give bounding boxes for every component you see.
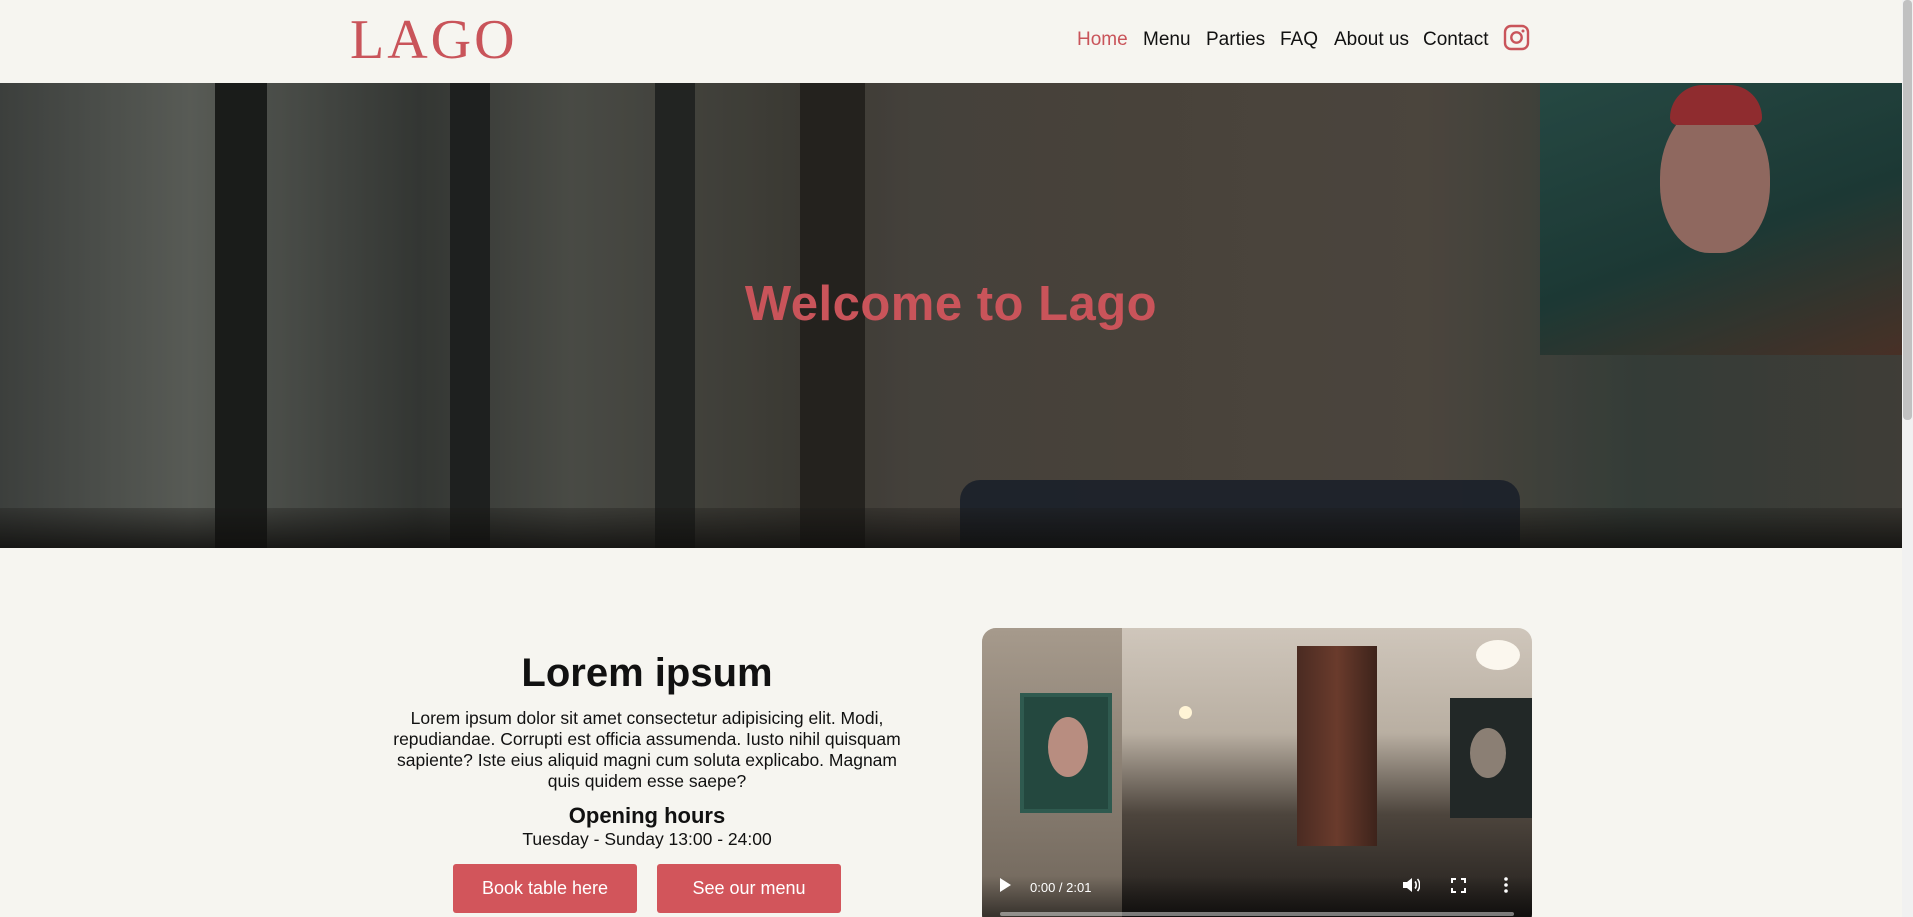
nav-item-contact[interactable]: Contact	[1423, 28, 1488, 52]
video-curtain	[1297, 646, 1377, 846]
video-portrait-right	[1450, 698, 1532, 818]
main-nav: Home Menu Parties FAQ About us Contact	[0, 28, 1902, 56]
nav-item-menu[interactable]: Menu	[1143, 28, 1191, 52]
nav-item-about-us[interactable]: About us	[1334, 28, 1409, 52]
hero-banner: Welcome to Lago	[0, 83, 1902, 548]
nav-item-home[interactable]: Home	[1077, 28, 1128, 52]
opening-hours-heading: Opening hours	[568, 803, 726, 828]
intro-heading: Lorem ipsum	[521, 651, 773, 695]
fullscreen-icon[interactable]	[1451, 878, 1466, 893]
intro-section: Lorem ipsum Lorem ipsum dolor sit amet c…	[377, 650, 917, 850]
restaurant-video[interactable]: 0:00 / 2:01	[982, 628, 1532, 917]
nav-item-parties[interactable]: Parties	[1206, 28, 1265, 52]
opening-hours-text: Tuesday - Sunday 13:00 - 24:00	[522, 829, 772, 849]
book-table-button[interactable]: Book table here	[453, 864, 637, 913]
intro-text: Lorem ipsum dolor sit amet consectetur a…	[393, 708, 901, 791]
nav-item-faq[interactable]: FAQ	[1280, 28, 1318, 52]
volume-icon[interactable]	[1402, 877, 1420, 893]
more-options-icon[interactable]	[1504, 877, 1508, 893]
video-time: 0:00 / 2:01	[1030, 880, 1092, 895]
play-icon[interactable]	[1000, 878, 1011, 892]
page-scrollbar[interactable]	[1902, 0, 1913, 917]
video-wall-light	[1179, 706, 1192, 719]
instagram-icon[interactable]	[1503, 24, 1530, 51]
see-menu-button[interactable]: See our menu	[657, 864, 841, 913]
video-lamp	[1476, 640, 1520, 670]
scrollbar-thumb[interactable]	[1903, 0, 1912, 420]
video-portrait-left	[1020, 693, 1112, 813]
site-header: LAGO Home Menu Parties FAQ About us Cont…	[0, 0, 1902, 83]
video-progress-bar[interactable]	[1000, 912, 1514, 916]
hero-title: Welcome to Lago	[744, 277, 1158, 331]
